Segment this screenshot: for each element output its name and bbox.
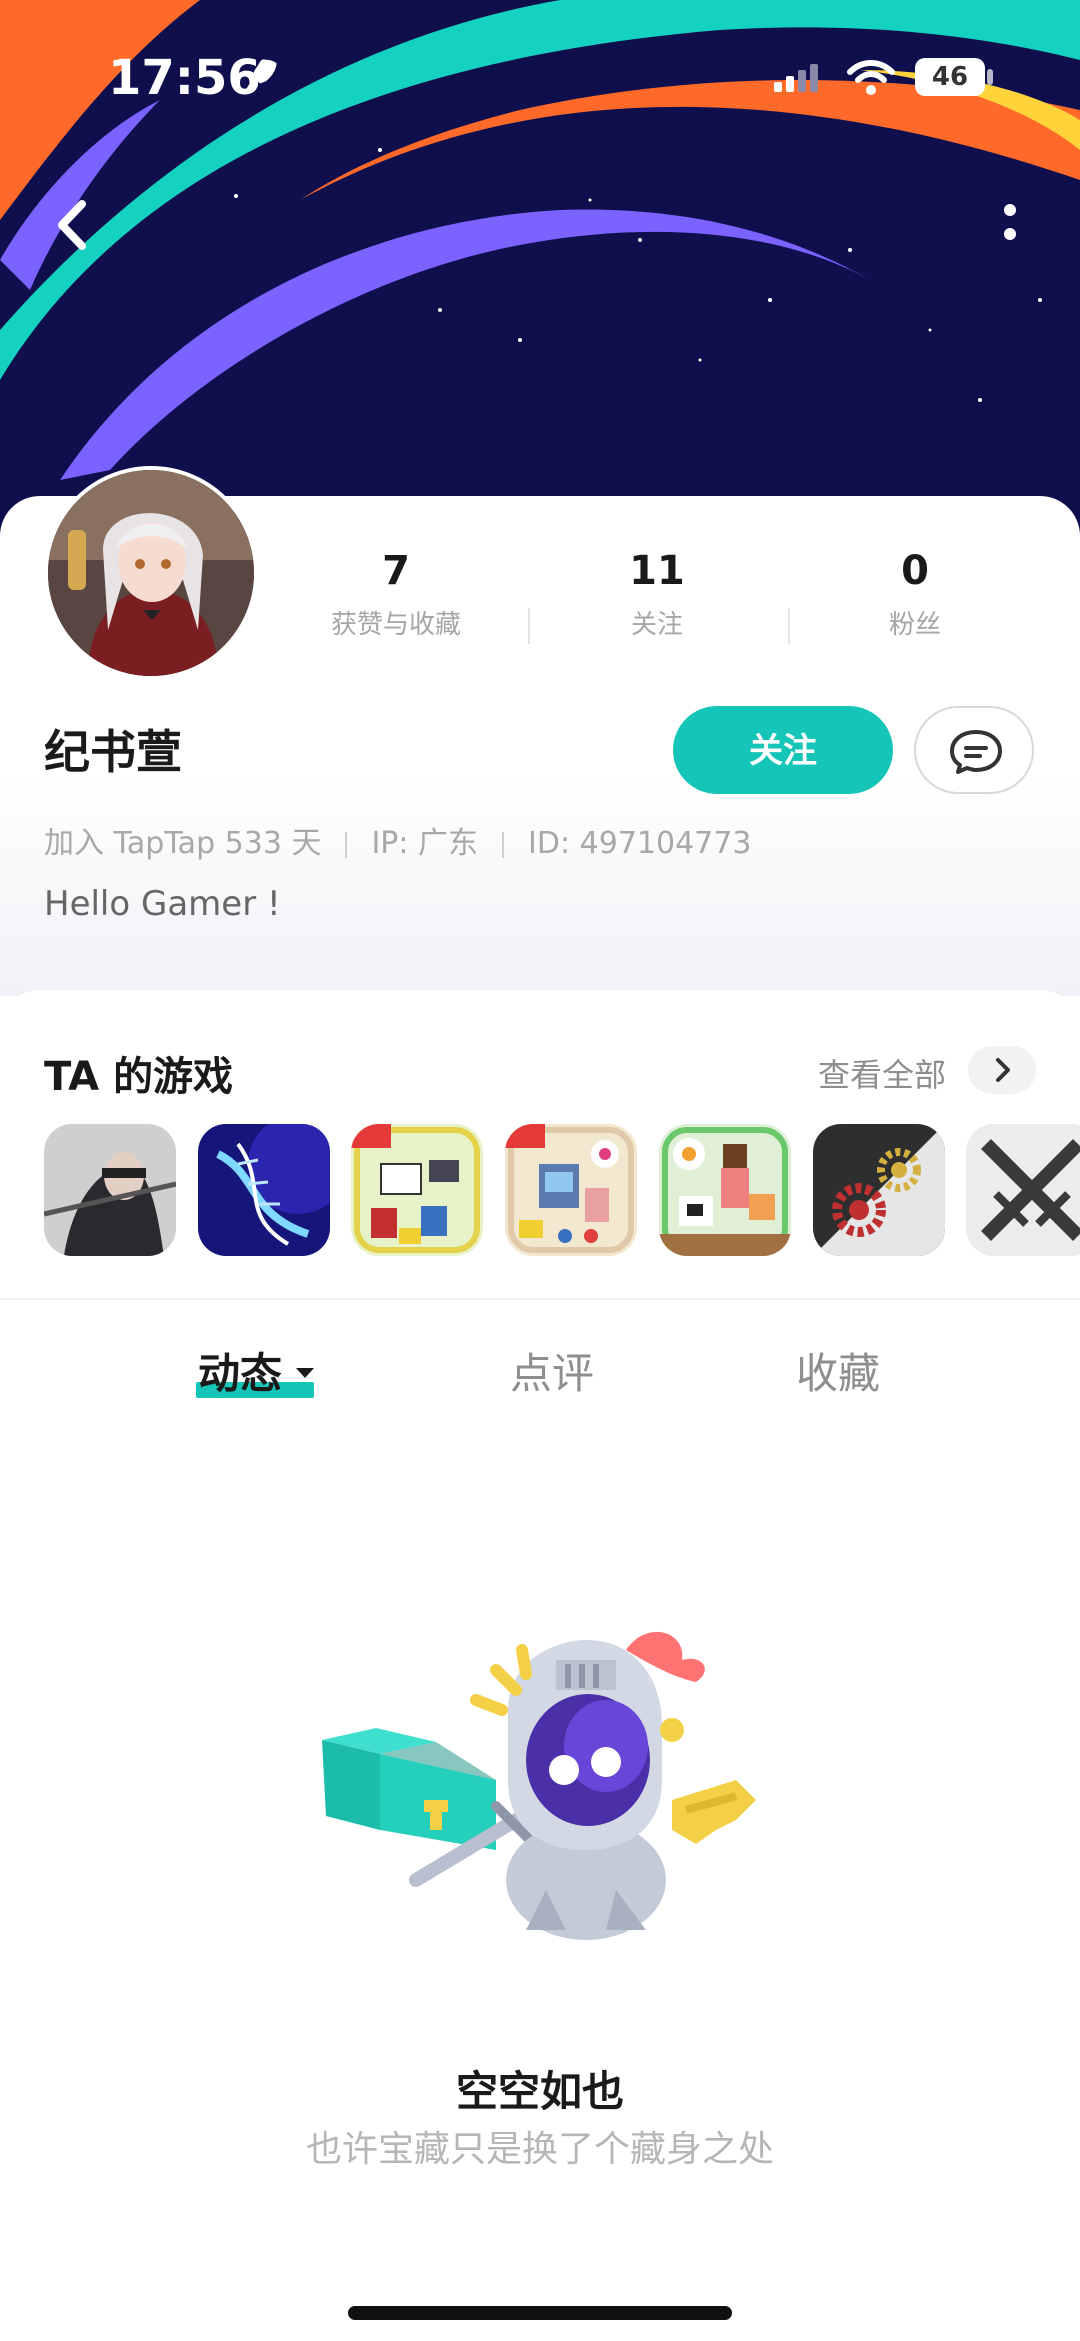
see-all-button[interactable] [968, 1046, 1036, 1094]
follow-button[interactable]: 关注 [673, 706, 893, 794]
stat-likes-label: 获赞与收藏 [330, 610, 461, 640]
caret-down-icon[interactable] [294, 1366, 316, 1380]
see-all-link[interactable]: 查看全部 [818, 1050, 946, 1096]
home-indicator[interactable] [348, 2306, 732, 2320]
stat-following-value: 11 [629, 548, 685, 594]
rocket-icon [238, 54, 282, 108]
game-icon[interactable] [198, 1124, 330, 1256]
games-title: TA 的游戏 [44, 1054, 234, 1100]
game-icon[interactable] [505, 1124, 637, 1256]
avatar[interactable] [44, 466, 258, 680]
profile-stats: 7 获赞与收藏 11 关注 0 粉丝 [300, 548, 1040, 648]
profile-meta: 加入 TapTap 533 天 IP: 广东 ID: 497104773 [44, 818, 751, 862]
stat-divider [528, 608, 530, 644]
chat-bubble-icon [950, 730, 1002, 774]
more-vertical-icon [1004, 204, 1016, 240]
status-bar: 17:56 46 [0, 0, 1080, 150]
game-icon[interactable] [966, 1124, 1080, 1256]
stat-followers-label: 粉丝 [888, 610, 941, 640]
meta-divider [502, 831, 505, 858]
empty-state-subtitle: 也许宝藏只是换了个藏身之处 [305, 2129, 774, 2170]
cellular-signal-icon [774, 62, 830, 102]
stat-likes-value: 7 [382, 548, 410, 594]
stat-following[interactable]: 11 关注 [537, 548, 777, 641]
battery-indicator: 46 [915, 58, 985, 96]
game-icon[interactable] [351, 1124, 483, 1256]
meta-divider [345, 831, 348, 858]
join-days: 加入 TapTap 533 天 [44, 826, 322, 861]
tab-posts[interactable]: 动态 [198, 1340, 282, 1401]
user-id: ID: 497104773 [528, 826, 752, 861]
content-tabs: 动态 点评 收藏 [0, 1340, 1080, 1420]
game-icon[interactable] [659, 1124, 791, 1256]
chevron-right-icon [996, 1058, 1010, 1082]
avatar-image [48, 470, 254, 676]
section-divider [0, 1298, 1080, 1300]
tab-reviews[interactable]: 点评 [510, 1340, 594, 1401]
profile-name: 纪书萱 [44, 725, 182, 779]
stat-divider [788, 608, 790, 644]
stat-likes[interactable]: 7 获赞与收藏 [276, 548, 516, 641]
stat-followers-value: 0 [901, 548, 929, 594]
stat-followers[interactable]: 0 粉丝 [795, 548, 1035, 641]
profile-bio: Hello Gamer ! [44, 884, 281, 924]
games-list [44, 1124, 1080, 1256]
wifi-icon [846, 58, 896, 102]
stat-following-label: 关注 [630, 610, 683, 640]
game-icon[interactable] [813, 1124, 945, 1256]
chevron-left-icon [58, 200, 86, 250]
empty-state-title: 空空如也 [455, 2067, 624, 2116]
more-button[interactable] [990, 194, 1030, 254]
tab-favorites[interactable]: 收藏 [796, 1340, 880, 1401]
ip-location: IP: 广东 [371, 826, 479, 861]
battery-tip [987, 69, 993, 85]
back-button[interactable] [46, 190, 106, 260]
game-icon[interactable] [44, 1124, 176, 1256]
empty-state-illustration [316, 1630, 776, 1960]
message-button[interactable] [914, 706, 1034, 794]
